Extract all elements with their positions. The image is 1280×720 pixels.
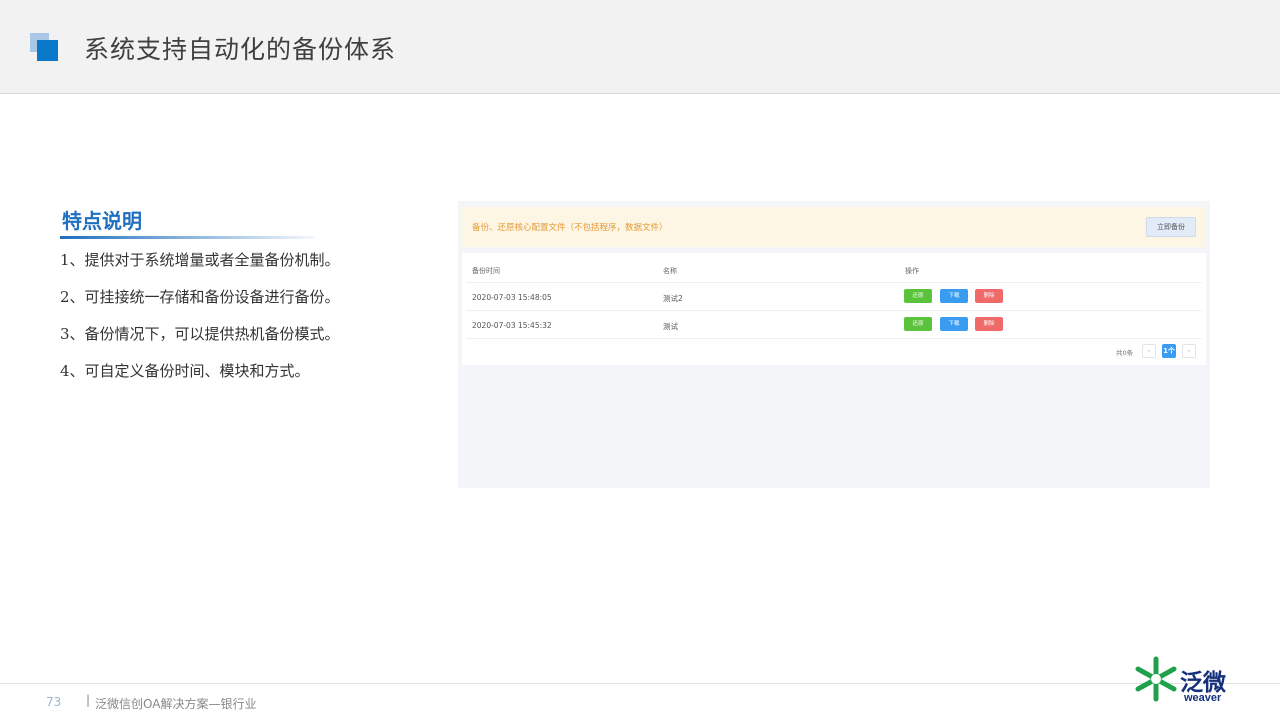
pager-prev-button[interactable]: ‹ xyxy=(1142,344,1156,358)
pager-next-button[interactable]: › xyxy=(1182,344,1196,358)
features-title: 特点说明 xyxy=(62,209,142,233)
header-square-icon xyxy=(30,33,58,61)
delete-button[interactable]: 删除 xyxy=(975,289,1003,303)
backup-notice-bar: 备份、还原核心配置文件（不包括程序，数据文件） 立即备份 xyxy=(462,207,1206,247)
feature-item: 3、备份情况下，可以提供热机备份模式。 xyxy=(60,325,340,343)
logo-english-text: weaver xyxy=(1184,692,1222,704)
slide-header: 系统支持自动化的备份体系 xyxy=(0,0,1280,94)
backup-table: 备份时间 名称 操作 2020-07-03 15:48:05 测试2 还原 下载… xyxy=(462,253,1206,365)
footer-text: 泛微信创OA解决方案—银行业 xyxy=(95,697,257,711)
column-header-name: 名称 xyxy=(663,267,677,275)
backup-notice-text: 备份、还原核心配置文件（不包括程序，数据文件） xyxy=(472,223,668,233)
column-header-actions: 操作 xyxy=(905,267,919,275)
feature-item: 4、可自定义备份时间、模块和方式。 xyxy=(60,362,310,380)
features-list: 1、提供对于系统增量或者全量备份机制。 2、可挂接统一存储和备份设备进行备份。 … xyxy=(60,250,340,398)
footer-separator: | xyxy=(86,693,91,707)
feature-item: 2、可挂接统一存储和备份设备进行备份。 xyxy=(60,288,340,306)
row-divider xyxy=(466,282,1202,283)
pager-total: 共0条 xyxy=(1116,349,1134,357)
delete-button[interactable]: 删除 xyxy=(975,317,1003,331)
backup-now-button[interactable]: 立即备份 xyxy=(1146,217,1196,237)
row-time: 2020-07-03 15:45:32 xyxy=(472,321,552,330)
page-title: 系统支持自动化的备份体系 xyxy=(84,35,397,64)
row-name: 测试 xyxy=(663,322,678,331)
footer-divider xyxy=(0,683,1280,684)
row-name: 测试2 xyxy=(663,294,683,303)
download-button[interactable]: 下载 xyxy=(940,289,968,303)
weaver-logo: 泛微 weaver xyxy=(1132,655,1242,705)
backup-ui-screenshot: 备份、还原核心配置文件（不包括程序，数据文件） 立即备份 备份时间 名称 操作 … xyxy=(458,201,1210,488)
restore-button[interactable]: 还原 xyxy=(904,289,932,303)
row-time: 2020-07-03 15:48:05 xyxy=(472,293,552,302)
row-divider xyxy=(466,338,1202,339)
column-header-time: 备份时间 xyxy=(472,267,500,275)
download-button[interactable]: 下载 xyxy=(940,317,968,331)
row-divider xyxy=(466,310,1202,311)
restore-button[interactable]: 还原 xyxy=(904,317,932,331)
weaver-logo-icon xyxy=(1135,656,1177,702)
feature-item: 1、提供对于系统增量或者全量备份机制。 xyxy=(60,251,340,269)
features-title-underline xyxy=(60,236,315,239)
page-number: 73 xyxy=(46,695,62,709)
pager-current-page[interactable]: 1个 xyxy=(1162,344,1176,358)
